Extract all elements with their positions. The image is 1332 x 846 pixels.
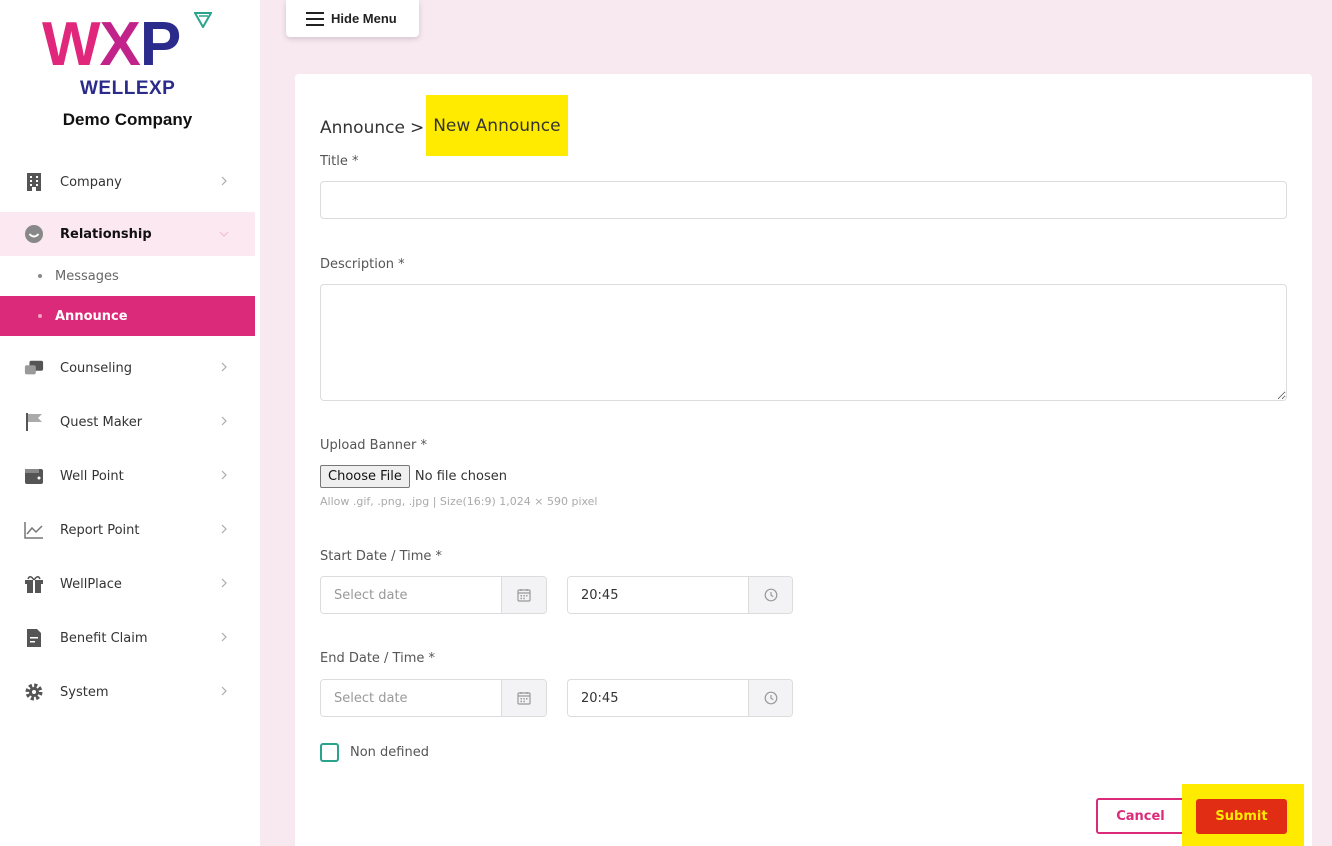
chart-icon (24, 520, 44, 540)
bullet-icon (38, 314, 42, 318)
chevron-right-icon (221, 416, 227, 426)
upload-banner-label: Upload Banner * (320, 438, 428, 453)
choose-file-button[interactable]: Choose File (320, 465, 410, 488)
calendar-icon[interactable] (501, 577, 546, 613)
sidebar-item-label: System (60, 684, 109, 700)
sidebar-subitem-label: Announce (55, 308, 128, 324)
sidebar-item-system[interactable]: System (0, 665, 255, 719)
hide-menu-button[interactable]: Hide Menu (286, 0, 419, 37)
building-icon (24, 172, 44, 192)
logo-mark: WXP (42, 10, 181, 79)
non-defined-option[interactable]: Non defined (320, 743, 429, 762)
sidebar-item-benefit-claim[interactable]: Benefit Claim (0, 611, 255, 665)
chat-icon (24, 358, 44, 378)
chevron-right-icon (221, 632, 227, 642)
sidebar-subitem-label: Messages (55, 268, 119, 284)
sidebar-nav: Company Relationship Messages Announce C… (0, 155, 255, 719)
start-date-group (320, 576, 547, 614)
sidebar-item-wellplace[interactable]: WellPlace (0, 557, 255, 611)
calendar-icon[interactable] (501, 680, 546, 716)
sidebar-item-quest-maker[interactable]: Quest Maker (0, 395, 255, 449)
announce-form-card: Announce > New Announce Title * Descript… (295, 74, 1312, 846)
title-label: Title * (320, 154, 359, 169)
chevron-right-icon (221, 578, 227, 588)
end-time-input[interactable] (568, 680, 748, 716)
cancel-button[interactable]: Cancel (1096, 798, 1185, 834)
bullet-icon (38, 274, 42, 278)
upload-hint: Allow .gif, .png, .jpg | Size(16:9) 1,02… (320, 495, 598, 508)
sidebar-item-label: Counseling (60, 360, 132, 376)
end-date-input[interactable] (321, 680, 501, 716)
non-defined-checkbox[interactable] (320, 743, 339, 762)
gear-icon (24, 682, 44, 702)
logo-text: WELLEXP (80, 78, 176, 99)
app-logo: WXP WELLEXP (42, 12, 212, 100)
sidebar-item-label: WellPlace (60, 576, 122, 592)
description-label: Description * (320, 257, 405, 272)
start-date-input[interactable] (321, 577, 501, 613)
title-input[interactable] (320, 181, 1287, 219)
description-textarea[interactable] (320, 284, 1287, 401)
sidebar-item-label: Relationship (60, 226, 152, 242)
logo-arrow-icon (194, 12, 212, 28)
sidebar-subitem-messages[interactable]: Messages (0, 256, 255, 296)
sidebar-item-well-point[interactable]: Well Point (0, 449, 255, 503)
sidebar: WXP WELLEXP Demo Company Company Relatio… (0, 0, 260, 846)
breadcrumb-separator: > (409, 118, 425, 138)
breadcrumb-parent[interactable]: Announce (320, 118, 405, 138)
company-name: Demo Company (62, 110, 193, 129)
sidebar-item-relationship[interactable]: Relationship (0, 212, 255, 256)
document-icon (24, 628, 44, 648)
gift-icon (24, 574, 44, 594)
end-time-group (567, 679, 793, 717)
smile-icon (24, 224, 44, 244)
chevron-right-icon (221, 524, 227, 534)
start-datetime-label: Start Date / Time * (320, 549, 443, 564)
start-time-input[interactable] (568, 577, 748, 613)
end-date-group (320, 679, 547, 717)
flag-icon (24, 412, 44, 432)
breadcrumb: Announce > New Announce (320, 95, 568, 156)
file-upload: Choose File No file chosen (320, 465, 507, 488)
sidebar-item-label: Company (60, 174, 122, 190)
non-defined-label: Non defined (350, 745, 429, 760)
wallet-icon (24, 466, 44, 486)
chevron-right-icon (221, 470, 227, 480)
breadcrumb-current: New Announce (426, 95, 568, 156)
sidebar-item-label: Well Point (60, 468, 124, 484)
submit-button[interactable]: Submit (1196, 799, 1287, 834)
hamburger-icon (306, 11, 324, 26)
sidebar-subitem-announce[interactable]: Announce (0, 296, 255, 336)
sidebar-item-label: Benefit Claim (60, 630, 148, 646)
sidebar-item-report-point[interactable]: Report Point (0, 503, 255, 557)
chevron-right-icon (221, 686, 227, 696)
clock-icon[interactable] (748, 577, 792, 613)
chevron-down-icon (219, 231, 229, 237)
hide-menu-label: Hide Menu (331, 11, 397, 26)
end-datetime-label: End Date / Time * (320, 651, 436, 666)
sidebar-item-label: Report Point (60, 522, 140, 538)
chevron-right-icon (221, 176, 227, 186)
file-status: No file chosen (414, 469, 507, 484)
start-time-group (567, 576, 793, 614)
sidebar-item-counseling[interactable]: Counseling (0, 341, 255, 395)
clock-icon[interactable] (748, 680, 792, 716)
sidebar-item-company[interactable]: Company (0, 155, 255, 209)
chevron-right-icon (221, 362, 227, 372)
sidebar-item-label: Quest Maker (60, 414, 143, 430)
